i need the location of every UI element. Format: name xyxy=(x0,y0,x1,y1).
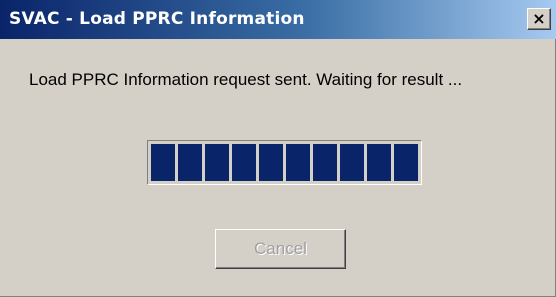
dialog-window: SVAC - Load PPRC Information × Load PPRC… xyxy=(0,0,556,297)
close-button[interactable]: × xyxy=(527,8,551,30)
progress-segment xyxy=(286,144,310,181)
progress-bar xyxy=(147,140,422,185)
progress-segment xyxy=(205,144,229,181)
progress-segment xyxy=(394,144,418,181)
progress-segment xyxy=(232,144,256,181)
window-title: SVAC - Load PPRC Information xyxy=(9,9,305,29)
progress-segment xyxy=(151,144,175,181)
close-icon: × xyxy=(532,9,546,28)
progress-segment xyxy=(259,144,283,181)
progress-segment xyxy=(367,144,391,181)
title-bar[interactable]: SVAC - Load PPRC Information × xyxy=(0,0,556,39)
progress-segment xyxy=(178,144,202,181)
status-message: Load PPRC Information request sent. Wait… xyxy=(29,70,463,89)
cancel-button[interactable]: Cancel xyxy=(215,229,346,269)
progress-segment xyxy=(313,144,337,181)
progress-segment xyxy=(340,144,364,181)
